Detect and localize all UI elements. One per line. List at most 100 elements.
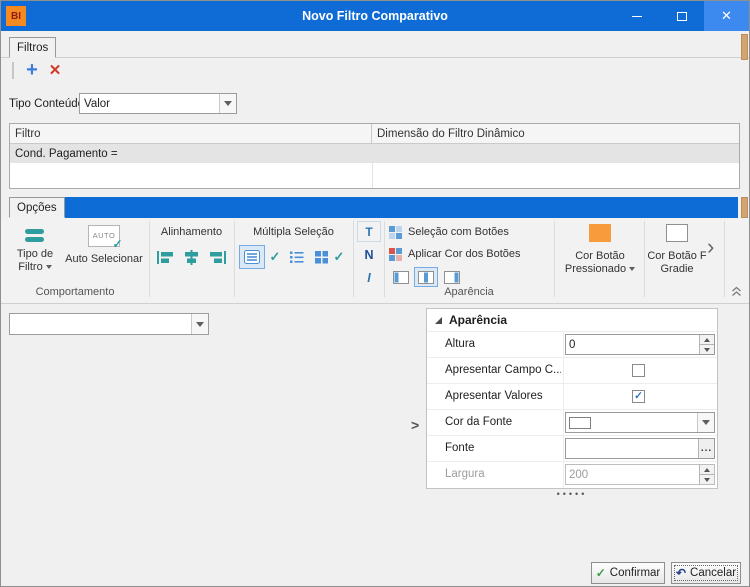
- cancel-undo-icon: ↶: [676, 566, 686, 580]
- group-title-multipla-selecao: Múltipla Seleção: [234, 226, 353, 238]
- ellipsis-button[interactable]: ...: [698, 439, 714, 458]
- cor-da-fonte-combo[interactable]: [565, 412, 715, 433]
- selecao-com-botoes-option[interactable]: Seleção com Botões: [389, 222, 509, 242]
- add-filter-button[interactable]: +: [21, 58, 43, 82]
- group-separator: [353, 221, 354, 297]
- group-label-comportamento: Comportamento: [1, 286, 149, 298]
- layout-left-button[interactable]: [389, 267, 413, 287]
- check-icon: ✓: [634, 391, 643, 402]
- app-logo-icon[interactable]: BI: [6, 6, 26, 26]
- largura-input[interactable]: [565, 464, 715, 485]
- tipo-conteudo-combo[interactable]: Valor: [79, 93, 237, 114]
- aplicar-cor-botoes-label: Aplicar Cor dos Botões: [408, 248, 521, 260]
- tipo-de-filtro-line2-wrap: Filtro: [18, 261, 51, 274]
- property-row-altura: Altura: [427, 331, 717, 357]
- category-aparencia[interactable]: Aparência: [427, 309, 717, 331]
- property-label: Cor da Fonte: [427, 410, 561, 435]
- close-button[interactable]: ✕: [704, 1, 749, 31]
- chevron-down-icon: [46, 265, 52, 269]
- confirmar-label: Confirmar: [610, 567, 660, 579]
- check-icon: ✓: [112, 238, 123, 251]
- property-label: Apresentar Valores: [427, 384, 561, 409]
- filters-grid: Filtro Dimensão do Filtro Dinâmico Cond.…: [9, 123, 740, 189]
- cor-botao-fundo-button[interactable]: Cor Botão F Gradie: [646, 224, 708, 284]
- filter-value-combo[interactable]: [9, 313, 209, 335]
- maximize-icon: [677, 12, 687, 21]
- layout-center-button[interactable]: [414, 267, 438, 287]
- options-ribbon: Tipo de Filtro AUTO ✓ Auto Selecionar Co…: [1, 218, 750, 304]
- tab-opcoes[interactable]: Opções: [9, 197, 65, 218]
- panel-expand-button[interactable]: >: [411, 417, 419, 433]
- bold-button[interactable]: N: [357, 244, 381, 265]
- altura-spinner[interactable]: [699, 335, 714, 354]
- category-expand-icon: [435, 317, 442, 324]
- apresentar-valores-checkbox[interactable]: ✓: [632, 390, 645, 403]
- close-icon: ✕: [721, 8, 732, 24]
- chevron-down-icon: [224, 101, 232, 106]
- spin-down-button[interactable]: [700, 474, 714, 484]
- fonte-input[interactable]: ...: [565, 438, 715, 459]
- grid-row-selected[interactable]: Cond. Pagamento =: [10, 144, 739, 163]
- spin-down-button[interactable]: [700, 344, 714, 354]
- altura-value[interactable]: [566, 335, 699, 354]
- bullet-list-icon: [289, 250, 305, 264]
- column-header-filtro[interactable]: Filtro: [10, 124, 372, 143]
- cancelar-button[interactable]: ↶ Cancelar: [671, 562, 741, 584]
- spin-up-icon: [704, 338, 710, 342]
- grid-header: Filtro Dimensão do Filtro Dinâmico: [10, 124, 739, 144]
- layout-right-icon: [444, 271, 460, 284]
- align-center-button[interactable]: [179, 245, 203, 269]
- multi-check-button-2[interactable]: ✓: [331, 245, 347, 269]
- cor-botao-pressionado-button[interactable]: Cor Botão Pressionado: [557, 224, 643, 284]
- group-separator: [554, 221, 555, 297]
- tipo-conteudo-value: Valor: [80, 98, 219, 110]
- multi-check-button-1[interactable]: ✓: [267, 245, 283, 269]
- text-format-button[interactable]: T: [357, 221, 381, 242]
- align-left-button[interactable]: [153, 245, 177, 269]
- property-row-cor-da-fonte: Cor da Fonte: [427, 409, 717, 435]
- selecao-com-botoes-label: Seleção com Botões: [408, 226, 509, 238]
- confirmar-button[interactable]: ✓ Confirmar: [591, 562, 665, 584]
- column-header-dimensao[interactable]: Dimensão do Filtro Dinâmico: [372, 124, 739, 143]
- layout-right-button[interactable]: [440, 267, 464, 287]
- dropdown-button[interactable]: [191, 314, 208, 334]
- italic-button[interactable]: I: [357, 267, 381, 288]
- grid-cell-filtro: Cond. Pagamento =: [15, 148, 118, 160]
- minimize-button[interactable]: [614, 1, 659, 31]
- aplicar-cor-botoes-option[interactable]: Aplicar Cor dos Botões: [389, 244, 521, 264]
- auto-selecionar-button[interactable]: AUTO ✓ Auto Selecionar: [63, 223, 145, 283]
- dropdown-button[interactable]: [219, 94, 236, 113]
- largura-spinner[interactable]: [699, 465, 714, 484]
- group-separator: [644, 221, 645, 297]
- tile-view-button[interactable]: [309, 245, 333, 269]
- tab-filtros[interactable]: Filtros: [9, 37, 56, 58]
- align-right-button[interactable]: [205, 245, 229, 269]
- ribbon-collapse-button[interactable]: [728, 284, 744, 298]
- ribbon-overflow-button[interactable]: ›: [707, 234, 714, 260]
- panel-splitter-handle[interactable]: •••••: [426, 490, 718, 498]
- spin-up-button[interactable]: [700, 335, 714, 344]
- tipo-de-filtro-button[interactable]: Tipo de Filtro: [9, 223, 61, 283]
- group-label-aparencia: Aparência: [384, 286, 554, 298]
- list-view-button[interactable]: [239, 245, 265, 269]
- maximize-button[interactable]: [659, 1, 704, 31]
- spin-up-button[interactable]: [700, 465, 714, 474]
- titlebar[interactable]: BI Novo Filtro Comparativo ✕: [1, 1, 749, 31]
- detail-list-button[interactable]: [285, 245, 309, 269]
- fonte-value[interactable]: [566, 439, 698, 458]
- property-label: Altura: [427, 332, 561, 357]
- largura-value[interactable]: [566, 465, 699, 484]
- buttons-grid-icon: [389, 226, 402, 239]
- property-row-largura: Largura: [427, 461, 717, 487]
- property-label: Largura: [427, 462, 561, 487]
- group-title-alinhamento: Alinhamento: [149, 226, 234, 238]
- cor-pressionado-line1: Cor Botão: [575, 250, 625, 263]
- altura-input[interactable]: [565, 334, 715, 355]
- filter-type-icon: [24, 226, 46, 244]
- dropdown-button[interactable]: [697, 413, 714, 432]
- dialog-novo-filtro-comparativo: BI Novo Filtro Comparativo ✕ Filtros + ✕…: [0, 0, 750, 587]
- delete-filter-button[interactable]: ✕: [45, 60, 65, 80]
- apresentar-campo-checkbox[interactable]: [632, 364, 645, 377]
- list-icon: [244, 250, 260, 264]
- dock-strip-top: [741, 34, 748, 60]
